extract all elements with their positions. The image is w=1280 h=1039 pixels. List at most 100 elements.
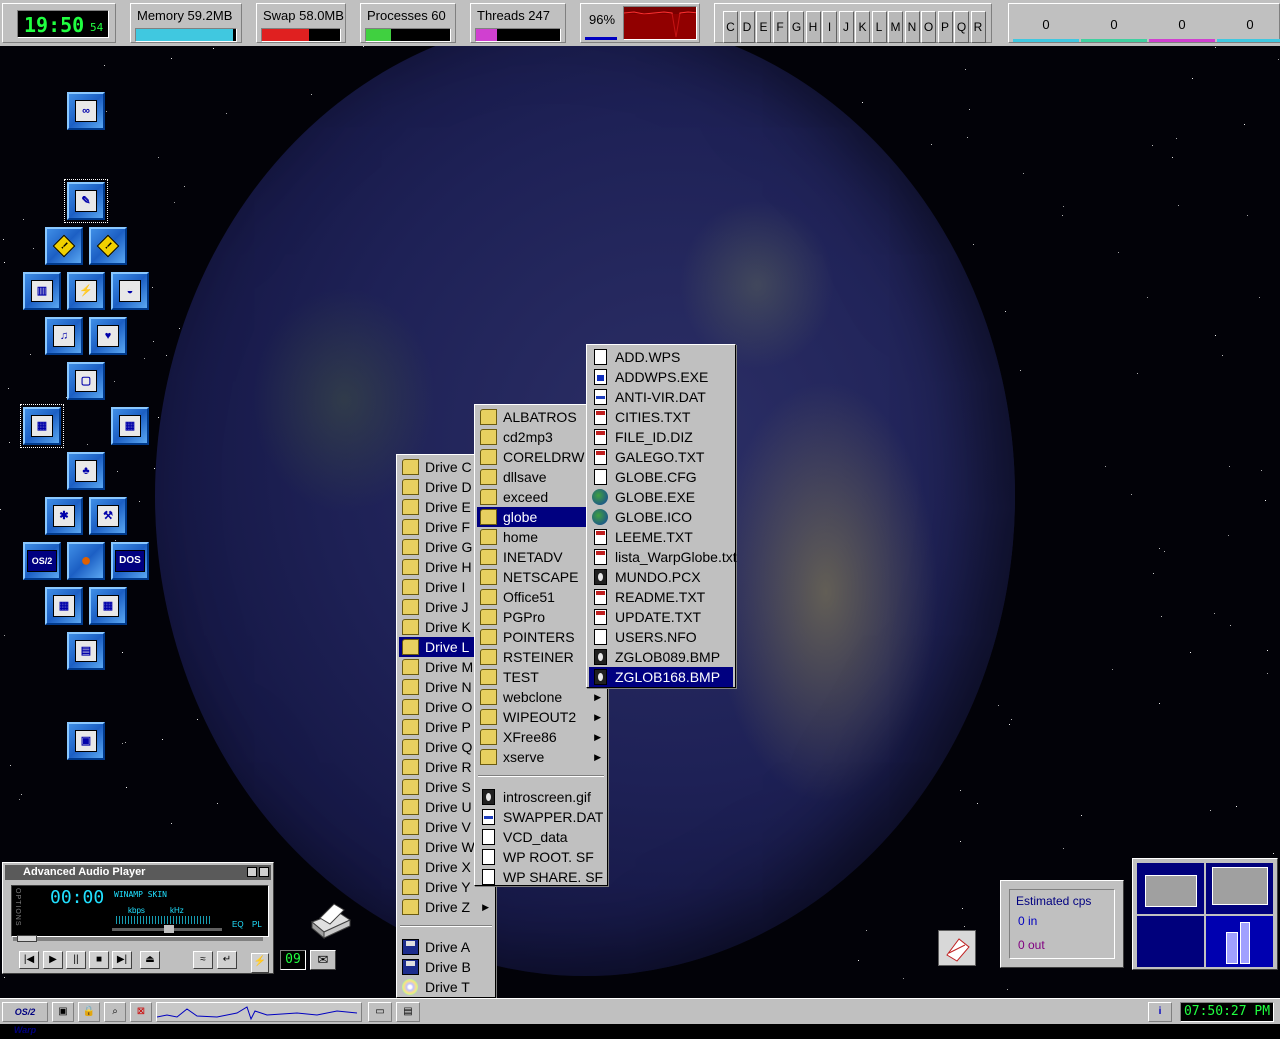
- next-track-button[interactable]: ▶|: [112, 951, 132, 969]
- folder-item-xserve[interactable]: xserve ▶: [477, 747, 605, 767]
- pencil-icon[interactable]: ✎: [64, 179, 108, 223]
- close-button[interactable]: [259, 867, 269, 877]
- network-icon[interactable]: ⚡: [67, 272, 105, 310]
- os2-icon[interactable]: OS/2: [23, 542, 61, 580]
- prev-track-button[interactable]: |◀: [19, 951, 39, 969]
- grid-icon[interactable]: ▦: [89, 587, 127, 625]
- windows-icon[interactable]: ▣: [52, 1002, 74, 1022]
- os2-warp-logo[interactable]: OS/2 Warp: [2, 1002, 48, 1035]
- dos-icon[interactable]: DOS: [111, 542, 149, 580]
- drive-f-button[interactable]: F: [772, 11, 788, 43]
- drive-g-button[interactable]: G: [789, 11, 804, 43]
- graph-icon[interactable]: ▦: [20, 404, 64, 448]
- wrench-icon[interactable]: ⚒: [89, 497, 127, 535]
- drive-n-button[interactable]: N: [904, 11, 920, 43]
- threads-monitor[interactable]: Threads 247: [470, 3, 566, 43]
- drive-p-button[interactable]: P: [937, 11, 953, 43]
- drive-k-button[interactable]: K: [855, 11, 870, 43]
- drive-o-button[interactable]: O: [921, 11, 936, 43]
- folder-item-xfree86[interactable]: XFree86 ▶: [477, 727, 605, 747]
- balloon-icon[interactable]: ◒: [111, 272, 149, 310]
- player-pl-label[interactable]: PL: [252, 920, 262, 929]
- window-list-icon[interactable]: ▤: [396, 1002, 420, 1022]
- file-item[interactable]: LEEME.TXT: [589, 527, 733, 547]
- audio-player-window[interactable]: Advanced Audio Player OPTIONS 00:00 WINA…: [2, 862, 274, 974]
- file-item[interactable]: README.TXT: [589, 587, 733, 607]
- cpu-monitor[interactable]: 96%: [580, 3, 700, 43]
- drive-d-button[interactable]: D: [739, 11, 755, 43]
- folder-item-wipeout2[interactable]: WIPEOUT2 ▶: [477, 707, 605, 727]
- file-item[interactable]: ZGLOB168.BMP: [589, 667, 733, 687]
- apple-icon[interactable]: ●: [67, 542, 105, 580]
- volume-slider[interactable]: [112, 925, 222, 933]
- drive-h-button[interactable]: H: [805, 11, 821, 43]
- file-item[interactable]: ADD.WPS: [589, 347, 733, 367]
- menu-item-drive-b[interactable]: Drive B: [399, 957, 493, 977]
- pager-desktop-2[interactable]: [1206, 863, 1273, 914]
- find-icon[interactable]: ⌕: [104, 1002, 126, 1022]
- graph-icon[interactable]: ▦: [111, 407, 149, 445]
- lock-icon[interactable]: 🔒: [78, 1002, 100, 1022]
- drive-r-button[interactable]: R: [970, 11, 986, 43]
- mail-icon[interactable]: ✉: [310, 950, 336, 970]
- tape-icon[interactable]: ▣: [67, 722, 105, 760]
- warning-icon[interactable]: !: [89, 227, 127, 265]
- file-item[interactable]: SWAPPER.DAT: [477, 807, 605, 827]
- file-item[interactable]: WP ROOT. SF: [477, 847, 605, 867]
- memory-monitor[interactable]: Memory 59.2MB: [130, 3, 242, 43]
- virtual-desktop-pager[interactable]: [1132, 858, 1278, 970]
- warning-icon[interactable]: !: [45, 227, 83, 265]
- pause-button[interactable]: ||: [66, 951, 86, 969]
- menu-item-drive-t[interactable]: Drive T: [399, 977, 493, 997]
- drive-l-button[interactable]: L: [871, 11, 887, 43]
- player-eq-label[interactable]: EQ: [232, 920, 244, 929]
- seek-thumb[interactable]: [17, 935, 37, 942]
- play-button[interactable]: ▶: [43, 951, 63, 969]
- pager-desktop-4[interactable]: [1206, 916, 1273, 967]
- drive-m-button[interactable]: M: [888, 11, 903, 43]
- tree-icon[interactable]: ♣: [67, 452, 105, 490]
- info-icon[interactable]: i: [1148, 1002, 1172, 1022]
- task-list-icon[interactable]: ▭: [368, 1002, 392, 1022]
- file-item[interactable]: MUNDO.PCX: [589, 567, 733, 587]
- file-item[interactable]: GLOBE.ICO: [589, 507, 733, 527]
- pager-desktop-1[interactable]: [1137, 863, 1204, 914]
- drive-c-button[interactable]: C: [723, 11, 738, 43]
- audio-player-titlebar[interactable]: Advanced Audio Player: [5, 865, 271, 880]
- file-item[interactable]: USERS.NFO: [589, 627, 733, 647]
- shredder-icon[interactable]: [938, 930, 976, 966]
- drive-i-button[interactable]: I: [822, 11, 837, 43]
- processes-monitor[interactable]: Processes 60: [360, 3, 456, 43]
- file-item[interactable]: UPDATE.TXT: [589, 607, 733, 627]
- file-item[interactable]: ZGLOB089.BMP: [589, 647, 733, 667]
- swap-monitor[interactable]: Swap 58.0MB: [256, 3, 346, 43]
- monitor-icon[interactable]: ▢: [67, 362, 105, 400]
- shuffle-button[interactable]: ≈: [193, 951, 213, 969]
- music-note-icon[interactable]: ♫: [45, 317, 83, 355]
- printer-icon[interactable]: [306, 900, 352, 942]
- drive-j-button[interactable]: J: [838, 11, 854, 43]
- bug-icon[interactable]: ✱: [45, 497, 83, 535]
- file-item[interactable]: GLOBE.EXE: [589, 487, 733, 507]
- lightning-icon[interactable]: ⚡: [251, 953, 269, 973]
- shutdown-icon[interactable]: ⊠: [130, 1002, 152, 1022]
- folder-item-webclone[interactable]: webclone ▶: [477, 687, 605, 707]
- stop-button[interactable]: ■: [89, 951, 109, 969]
- file-item[interactable]: ADDWPS.EXE: [589, 367, 733, 387]
- file-item[interactable]: GLOBE.CFG: [589, 467, 733, 487]
- file-item[interactable]: lista_WarpGlobe.txt: [589, 547, 737, 567]
- minimize-button[interactable]: [247, 867, 257, 877]
- eject-button[interactable]: ⏏: [140, 951, 160, 969]
- file-item[interactable]: WP SHARE. SF: [477, 867, 605, 887]
- file-item[interactable]: CITIES.TXT: [589, 407, 733, 427]
- drive-e-button[interactable]: E: [756, 11, 771, 43]
- pager-desktop-3[interactable]: [1137, 916, 1204, 967]
- keyboard-icon[interactable]: ▥: [23, 272, 61, 310]
- volume-thumb[interactable]: [164, 925, 174, 933]
- grid-icon[interactable]: ▦: [45, 587, 83, 625]
- menu-item-drive-z[interactable]: Drive Z ▶: [399, 897, 493, 917]
- drive-q-button[interactable]: Q: [954, 11, 969, 43]
- file-item[interactable]: FILE_ID.DIZ: [589, 427, 733, 447]
- repeat-button[interactable]: ↵: [217, 951, 237, 969]
- drawer-icon[interactable]: ▤: [67, 632, 105, 670]
